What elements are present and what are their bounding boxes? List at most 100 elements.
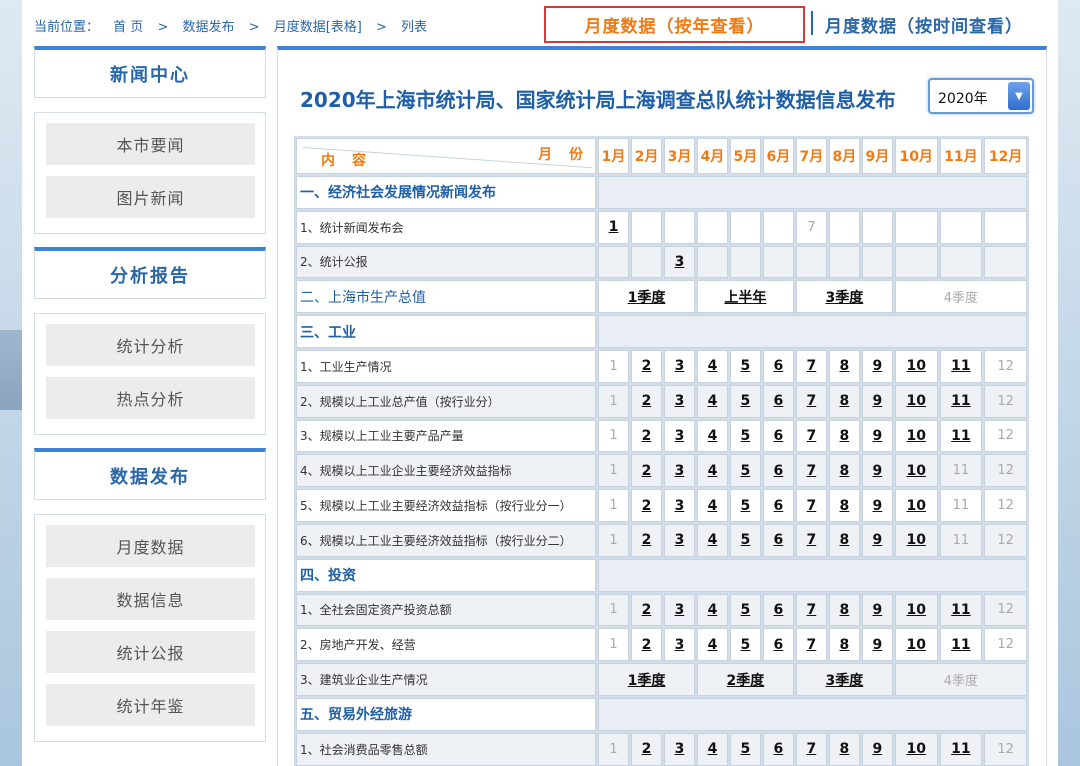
month-cell[interactable]: 9 (861, 523, 893, 557)
month-cell[interactable]: 5 (729, 593, 761, 627)
month-link[interactable]: 11 (951, 428, 970, 444)
month-link[interactable]: 3 (675, 532, 685, 548)
month-cell[interactable]: 9 (861, 593, 893, 627)
month-cell[interactable]: 10 (894, 384, 938, 418)
month-link[interactable]: 9 (872, 428, 882, 444)
month-link[interactable]: 11 (951, 393, 970, 409)
month-cell[interactable]: 10 (894, 628, 938, 662)
month-cell[interactable]: 7 (795, 419, 827, 453)
month-link[interactable]: 8 (840, 532, 850, 548)
month-link[interactable]: 10 (906, 637, 925, 653)
month-cell[interactable]: 7 (795, 628, 827, 662)
month-cell[interactable]: 6 (762, 732, 794, 766)
month-cell[interactable]: 3 (663, 419, 695, 453)
month-link[interactable]: 2 (642, 602, 652, 618)
month-cell[interactable]: 5 (729, 628, 761, 662)
month-link[interactable]: 5 (741, 393, 751, 409)
month-link[interactable]: 7 (807, 393, 817, 409)
month-cell[interactable]: 4 (696, 628, 728, 662)
quarter-cell[interactable]: 1季度 (598, 280, 695, 314)
month-link[interactable]: 5 (741, 741, 751, 757)
month-link[interactable]: 4 (708, 602, 718, 618)
month-cell[interactable]: 10 (894, 349, 938, 383)
month-cell[interactable]: 5 (729, 732, 761, 766)
month-link[interactable]: 8 (840, 428, 850, 444)
month-cell[interactable]: 4 (696, 732, 728, 766)
month-cell[interactable]: 9 (861, 732, 893, 766)
month-cell[interactable]: 8 (828, 628, 860, 662)
month-link[interactable]: 2 (642, 637, 652, 653)
month-cell[interactable]: 1 (598, 210, 629, 244)
quarter-cell[interactable]: 上半年 (696, 280, 794, 314)
month-cell[interactable]: 7 (795, 454, 827, 488)
month-cell[interactable]: 8 (828, 523, 860, 557)
month-cell[interactable]: 11 (939, 628, 983, 662)
month-link[interactable]: 10 (906, 358, 925, 374)
month-link[interactable]: 10 (906, 428, 925, 444)
quarter-cell[interactable]: 3季度 (795, 280, 893, 314)
month-cell[interactable]: 3 (663, 732, 695, 766)
quarter-link[interactable]: 2季度 (727, 673, 765, 689)
breadcrumb-monthly-table[interactable]: 月度数据[表格] (274, 20, 362, 35)
month-link[interactable]: 8 (840, 741, 850, 757)
month-cell[interactable]: 10 (894, 419, 938, 453)
month-cell[interactable]: 2 (630, 419, 662, 453)
month-cell[interactable]: 11 (939, 384, 983, 418)
sidebar-item[interactable]: 热点分析 (46, 377, 255, 419)
month-link[interactable]: 7 (807, 358, 817, 374)
month-cell[interactable]: 6 (762, 593, 794, 627)
sidebar-item[interactable]: 统计分析 (46, 324, 255, 366)
quarter-link[interactable]: 3季度 (826, 290, 864, 306)
month-link[interactable]: 4 (708, 358, 718, 374)
month-link[interactable]: 10 (906, 463, 925, 479)
month-cell[interactable]: 3 (663, 454, 695, 488)
month-cell[interactable]: 8 (828, 454, 860, 488)
month-link[interactable]: 6 (774, 602, 784, 618)
month-cell[interactable]: 10 (894, 523, 938, 557)
month-link[interactable]: 6 (774, 498, 784, 514)
month-link[interactable]: 2 (642, 358, 652, 374)
month-link[interactable]: 2 (642, 463, 652, 479)
month-link[interactable]: 11 (951, 741, 970, 757)
month-cell[interactable]: 3 (663, 628, 695, 662)
month-cell[interactable]: 7 (795, 593, 827, 627)
month-cell[interactable]: 4 (696, 523, 728, 557)
month-cell[interactable]: 9 (861, 349, 893, 383)
month-cell[interactable]: 6 (762, 419, 794, 453)
month-link[interactable]: 2 (642, 741, 652, 757)
month-cell[interactable]: 9 (861, 384, 893, 418)
month-link[interactable]: 2 (642, 498, 652, 514)
month-link[interactable]: 5 (741, 463, 751, 479)
month-cell[interactable]: 11 (939, 419, 983, 453)
month-cell[interactable]: 11 (939, 732, 983, 766)
month-link[interactable]: 6 (774, 358, 784, 374)
month-link[interactable]: 8 (840, 498, 850, 514)
quarter-link[interactable]: 1季度 (628, 290, 666, 306)
month-link[interactable]: 10 (906, 532, 925, 548)
month-link[interactable]: 7 (807, 428, 817, 444)
month-link[interactable]: 2 (642, 532, 652, 548)
month-cell[interactable]: 5 (729, 523, 761, 557)
month-cell[interactable]: 4 (696, 593, 728, 627)
tab-monthly-by-year[interactable]: 月度数据（按年查看） (544, 6, 805, 43)
month-cell[interactable]: 2 (630, 732, 662, 766)
month-link[interactable]: 3 (675, 393, 685, 409)
sidebar-item[interactable]: 月度数据 (46, 525, 255, 567)
sidebar-section-title[interactable]: 数据发布 (34, 448, 266, 500)
month-cell[interactable]: 8 (828, 489, 860, 522)
month-link[interactable]: 7 (807, 637, 817, 653)
quarter-link[interactable]: 上半年 (724, 290, 766, 306)
month-cell[interactable]: 2 (630, 489, 662, 522)
quarter-link[interactable]: 3季度 (826, 673, 864, 689)
month-link[interactable]: 9 (872, 463, 882, 479)
month-link[interactable]: 5 (741, 358, 751, 374)
month-link[interactable]: 10 (906, 498, 925, 514)
month-cell[interactable]: 9 (861, 454, 893, 488)
month-cell[interactable]: 10 (894, 593, 938, 627)
month-cell[interactable]: 7 (795, 384, 827, 418)
month-cell[interactable]: 11 (939, 349, 983, 383)
month-link[interactable]: 8 (840, 393, 850, 409)
month-link[interactable]: 9 (872, 498, 882, 514)
month-link[interactable]: 4 (708, 637, 718, 653)
month-link[interactable]: 9 (872, 393, 882, 409)
